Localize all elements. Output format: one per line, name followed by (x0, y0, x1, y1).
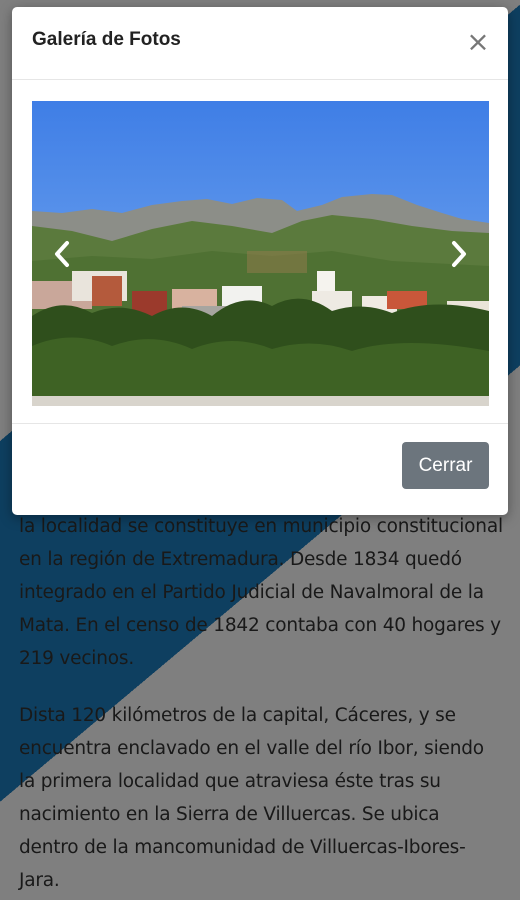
modal-title: Galería de Fotos (32, 29, 181, 50)
chevron-right-icon (452, 240, 466, 267)
modal-header: Galería de Fotos × (12, 7, 508, 80)
carousel-photo (32, 101, 489, 406)
modal-footer: Cerrar (12, 424, 508, 516)
carousel-prev-button[interactable] (32, 101, 92, 406)
chevron-left-icon (55, 240, 69, 267)
photo-carousel (32, 101, 489, 406)
photo-gallery-modal: Galería de Fotos × Cerrar (12, 7, 508, 515)
carousel-next-button[interactable] (429, 101, 489, 406)
modal-body (12, 80, 508, 424)
close-button[interactable]: Cerrar (402, 442, 489, 489)
close-icon[interactable]: × (466, 27, 490, 57)
